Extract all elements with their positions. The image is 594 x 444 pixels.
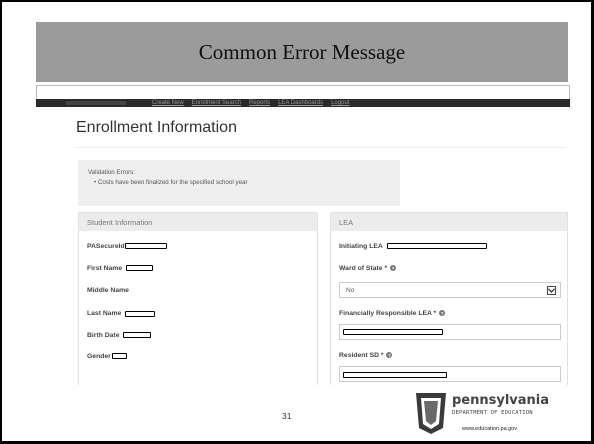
nav-link-reports[interactable]: Reports (249, 99, 270, 107)
first-name-redacted-value (126, 265, 153, 271)
pa-website-url: www.education.pa.gov (462, 426, 518, 432)
question-circle-icon[interactable]: ? (389, 265, 396, 272)
slide-title: Common Error Message (198, 39, 406, 64)
validation-errors-box: Validation Errors: • Costs have been fin… (78, 160, 400, 206)
resident-sd-field[interactable] (339, 366, 561, 382)
lea-panel: LEA Initiating LEA Ward of State * ? No … (330, 212, 568, 385)
nav-link-enrollment-search[interactable]: Enrollment Search (192, 99, 241, 107)
slide-title-bar: Common Error Message (36, 22, 568, 82)
resident-sd-label-text: Resident SD * (339, 352, 384, 359)
nav-link-lea-dashboards[interactable]: LEA Dashboards (278, 99, 323, 107)
question-circle-icon[interactable]: ? (439, 310, 446, 317)
nav-brand (66, 101, 126, 105)
financially-responsible-lea-label-text: Financially Responsible LEA * (339, 310, 437, 317)
ward-of-state-label-text: Ward of State * (339, 265, 388, 272)
question-circle-icon[interactable]: ? (386, 352, 393, 359)
last-name-label: Last Name (87, 310, 122, 317)
pa-logo-department: DEPARTMENT OF EDUCATION (452, 410, 533, 416)
birth-date-redacted-value (123, 332, 151, 338)
ward-of-state-label: Ward of State * ? (339, 265, 396, 272)
nav-link-create-new[interactable]: Create New (152, 99, 184, 107)
validation-error-item: • Costs have been finalized for the spec… (94, 179, 248, 186)
slide-page-number: 31 (282, 411, 292, 421)
financially-responsible-lea-redacted-value (343, 329, 443, 335)
resident-sd-redacted-value (343, 372, 447, 378)
ward-of-state-value: No (346, 286, 355, 294)
financially-responsible-lea-label: Financially Responsible LEA * ? (339, 310, 446, 317)
student-panel-header: Student Information (79, 213, 317, 231)
resident-sd-label: Resident SD * ? (339, 352, 393, 359)
gender-redacted-value (112, 353, 127, 359)
pa-logo-wordmark: pennsylvania (452, 393, 550, 408)
embedded-screenshot: Create New Enrollment Search Reports LEA… (36, 85, 570, 385)
lea-panel-header: LEA (331, 213, 567, 231)
middle-name-label: Middle Name (87, 287, 129, 294)
pasecureid-label: PASecureId (87, 243, 125, 250)
financially-responsible-lea-field[interactable] (339, 324, 561, 340)
validation-error-text: Costs have been finalized for the specif… (97, 179, 248, 186)
initiating-lea-redacted-value (387, 243, 487, 249)
birth-date-label: Birth Date (87, 332, 120, 339)
initiating-lea-label: Initiating LEA (339, 243, 383, 250)
last-name-redacted-value (125, 311, 155, 317)
page-title: Enrollment Information (76, 119, 237, 136)
ward-of-state-select[interactable]: No (339, 282, 561, 298)
student-information-panel: Student Information PASecureId First Nam… (78, 212, 318, 385)
pasecureid-redacted-value (125, 243, 167, 249)
first-name-label: First Name (87, 265, 123, 272)
app-header (36, 85, 570, 99)
top-nav: Create New Enrollment Search Reports LEA… (36, 99, 570, 107)
chevron-down-icon[interactable] (547, 286, 556, 295)
nav-link-logout[interactable]: Logout (331, 99, 349, 107)
heading-divider (76, 147, 566, 148)
validation-errors-title: Validation Errors: (88, 169, 135, 176)
gender-label: Gender (87, 353, 111, 360)
